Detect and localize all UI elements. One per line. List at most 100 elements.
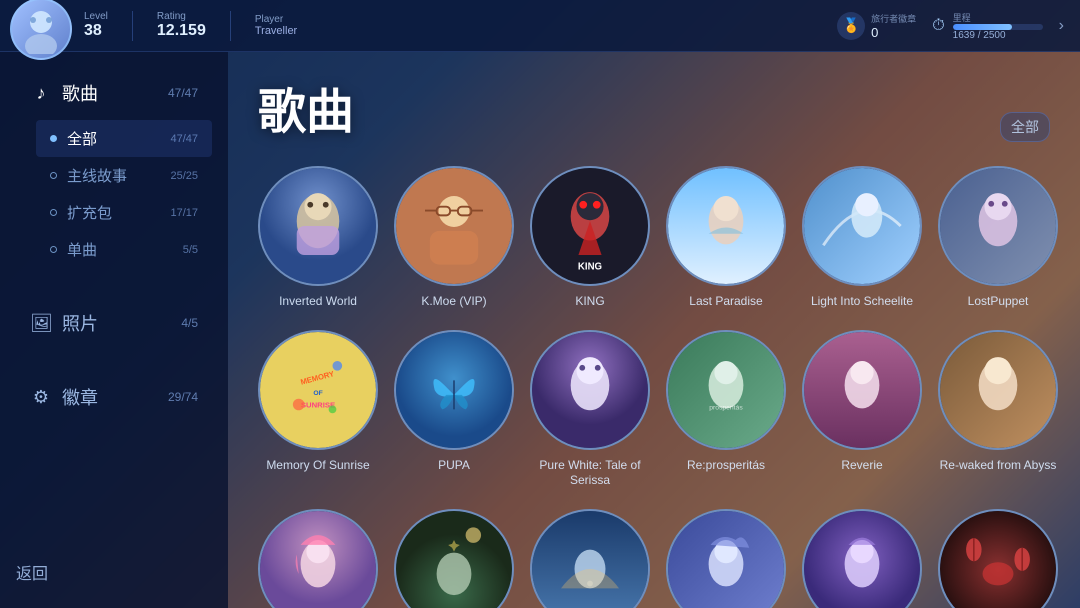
songs-label: 歌曲: [62, 80, 158, 106]
photos-label: 照片: [62, 310, 171, 336]
topbar: Level 38 Rating 12.159 Player Traveller …: [0, 0, 1080, 52]
song-circle: [394, 509, 514, 608]
song-card[interactable]: KING KING: [530, 166, 650, 310]
song-card[interactable]: Light Into Scheelite: [802, 166, 922, 310]
song-circle: [666, 509, 786, 608]
song-name: LostPuppet: [968, 294, 1029, 310]
main-content: 歌曲 全部 Inverted World K.Moe (VIP) KING KI…: [228, 52, 1080, 608]
song-card[interactable]: [394, 509, 514, 608]
song-name: Reverie: [841, 458, 882, 474]
sidebar-sub-menu: 全部 47/47 主线故事 25/25 扩充包 17/17 单曲 5/5: [16, 116, 212, 272]
song-circle: [666, 166, 786, 286]
song-card[interactable]: [802, 509, 922, 608]
song-name: K.Moe (VIP): [421, 294, 486, 310]
song-name: Memory Of Sunrise: [266, 458, 369, 474]
player-block: Player Traveller: [255, 14, 297, 37]
page-header: 歌曲 全部: [258, 72, 1050, 142]
rating-value: 12.159: [157, 22, 206, 40]
song-card[interactable]: Reverie: [802, 330, 922, 489]
badge-icon: 🏅: [837, 12, 865, 40]
song-card[interactable]: Inverted World: [258, 166, 378, 310]
song-card[interactable]: Last Paradise: [666, 166, 786, 310]
sidebar-sub-all[interactable]: 全部 47/47: [36, 120, 212, 157]
song-name: Inverted World: [279, 294, 357, 310]
song-circle: [530, 330, 650, 450]
sidebar-badges-section: ⚙ 徽章 29/74: [0, 356, 228, 430]
sub-all-count: 47/47: [170, 133, 198, 145]
badges-label: 徽章: [62, 384, 158, 410]
song-card[interactable]: prosperitás Re:prosperitás: [666, 330, 786, 489]
song-card[interactable]: [530, 509, 650, 608]
song-card[interactable]: [938, 509, 1058, 608]
sidebar-sub-main[interactable]: 主线故事 25/25: [36, 157, 212, 194]
sub-all-label: 全部: [67, 128, 97, 149]
sub-main-label: 主线故事: [67, 165, 127, 186]
song-name: Re:prosperitás: [687, 458, 765, 474]
song-grid: Inverted World K.Moe (VIP) KING KING Las…: [258, 166, 1050, 608]
sub-main-count: 25/25: [170, 170, 198, 182]
dot-expansion: [50, 209, 57, 216]
avatar[interactable]: [10, 0, 72, 60]
song-name: Re-waked from Abyss: [940, 458, 1057, 474]
sub-expansion-count: 17/17: [170, 207, 198, 219]
rating-block: Rating 12.159: [157, 11, 206, 40]
player-value: Traveller: [255, 25, 297, 37]
song-circle: [394, 330, 514, 450]
song-circle: [530, 509, 650, 608]
sub-expansion-label: 扩充包: [67, 202, 112, 223]
topbar-arrow[interactable]: ›: [1059, 17, 1064, 35]
svg-text:prosperitás: prosperitás: [709, 404, 743, 411]
song-card[interactable]: [258, 509, 378, 608]
badge-info: 旅行者徽章 0: [871, 12, 916, 40]
sidebar-sub-expansion[interactable]: 扩充包 17/17: [36, 194, 212, 231]
music-icon: ♪: [30, 83, 52, 104]
song-card[interactable]: LostPuppet: [938, 166, 1058, 310]
topbar-right: 🏅 旅行者徽章 0 ⏱ 里程 1639 / 2500 ›: [837, 11, 1080, 41]
sidebar-item-songs[interactable]: ♪ 歌曲 47/47: [16, 70, 212, 116]
song-card[interactable]: MEMORY OF SUNRISE Memory Of Sunrise: [258, 330, 378, 489]
song-circle: [394, 166, 514, 286]
mileage-text: 1639 / 2500: [953, 30, 1043, 41]
badge-value: 0: [871, 25, 916, 40]
sidebar-sub-single[interactable]: 单曲 5/5: [36, 231, 212, 268]
song-card[interactable]: K.Moe (VIP): [394, 166, 514, 310]
dot-main: [50, 172, 57, 179]
dot-single: [50, 246, 57, 253]
songs-count: 47/47: [168, 86, 198, 100]
song-circle: [938, 166, 1058, 286]
sidebar-photos-section: 🖼 照片 4/5: [0, 282, 228, 356]
song-circle: prosperitás: [666, 330, 786, 450]
back-button[interactable]: 返回: [16, 552, 212, 592]
photo-icon: 🖼: [30, 313, 52, 334]
song-circle: [802, 509, 922, 608]
song-circle: [258, 166, 378, 286]
song-circle: [802, 330, 922, 450]
badge-label: 旅行者徽章: [871, 12, 916, 25]
song-name: KING: [575, 294, 604, 310]
song-card[interactable]: Pure White: Tale of Serissa: [530, 330, 650, 489]
filter-button[interactable]: 全部: [1000, 112, 1050, 142]
photos-count: 4/5: [181, 316, 198, 330]
song-circle: [258, 509, 378, 608]
mileage-icon: ⏱: [932, 17, 944, 35]
song-name: Pure White: Tale of Serissa: [530, 458, 650, 489]
settings-icon: ⚙: [30, 387, 52, 408]
sidebar: ♪ 歌曲 47/47 全部 47/47 主线故事 25/25 扩充包 17/17: [0, 52, 228, 608]
svg-text:KING: KING: [578, 262, 602, 273]
song-circle: [802, 166, 922, 286]
level-value: 38: [84, 22, 108, 40]
sidebar-item-badges[interactable]: ⚙ 徽章 29/74: [16, 374, 212, 420]
song-circle: MEMORY OF SUNRISE: [258, 330, 378, 450]
badges-count: 29/74: [168, 390, 198, 404]
song-card[interactable]: [666, 509, 786, 608]
page-title: 歌曲: [258, 72, 354, 142]
dot-all: [50, 135, 57, 142]
level-block: Level 38: [84, 11, 108, 40]
song-card[interactable]: PUPA: [394, 330, 514, 489]
song-card[interactable]: Re-waked from Abyss: [938, 330, 1058, 489]
song-name: PUPA: [438, 458, 470, 474]
divider2: [230, 11, 231, 41]
sidebar-item-photos[interactable]: 🖼 照片 4/5: [16, 300, 212, 346]
song-name: Light Into Scheelite: [811, 294, 913, 310]
mileage-label: 里程: [953, 11, 1043, 24]
